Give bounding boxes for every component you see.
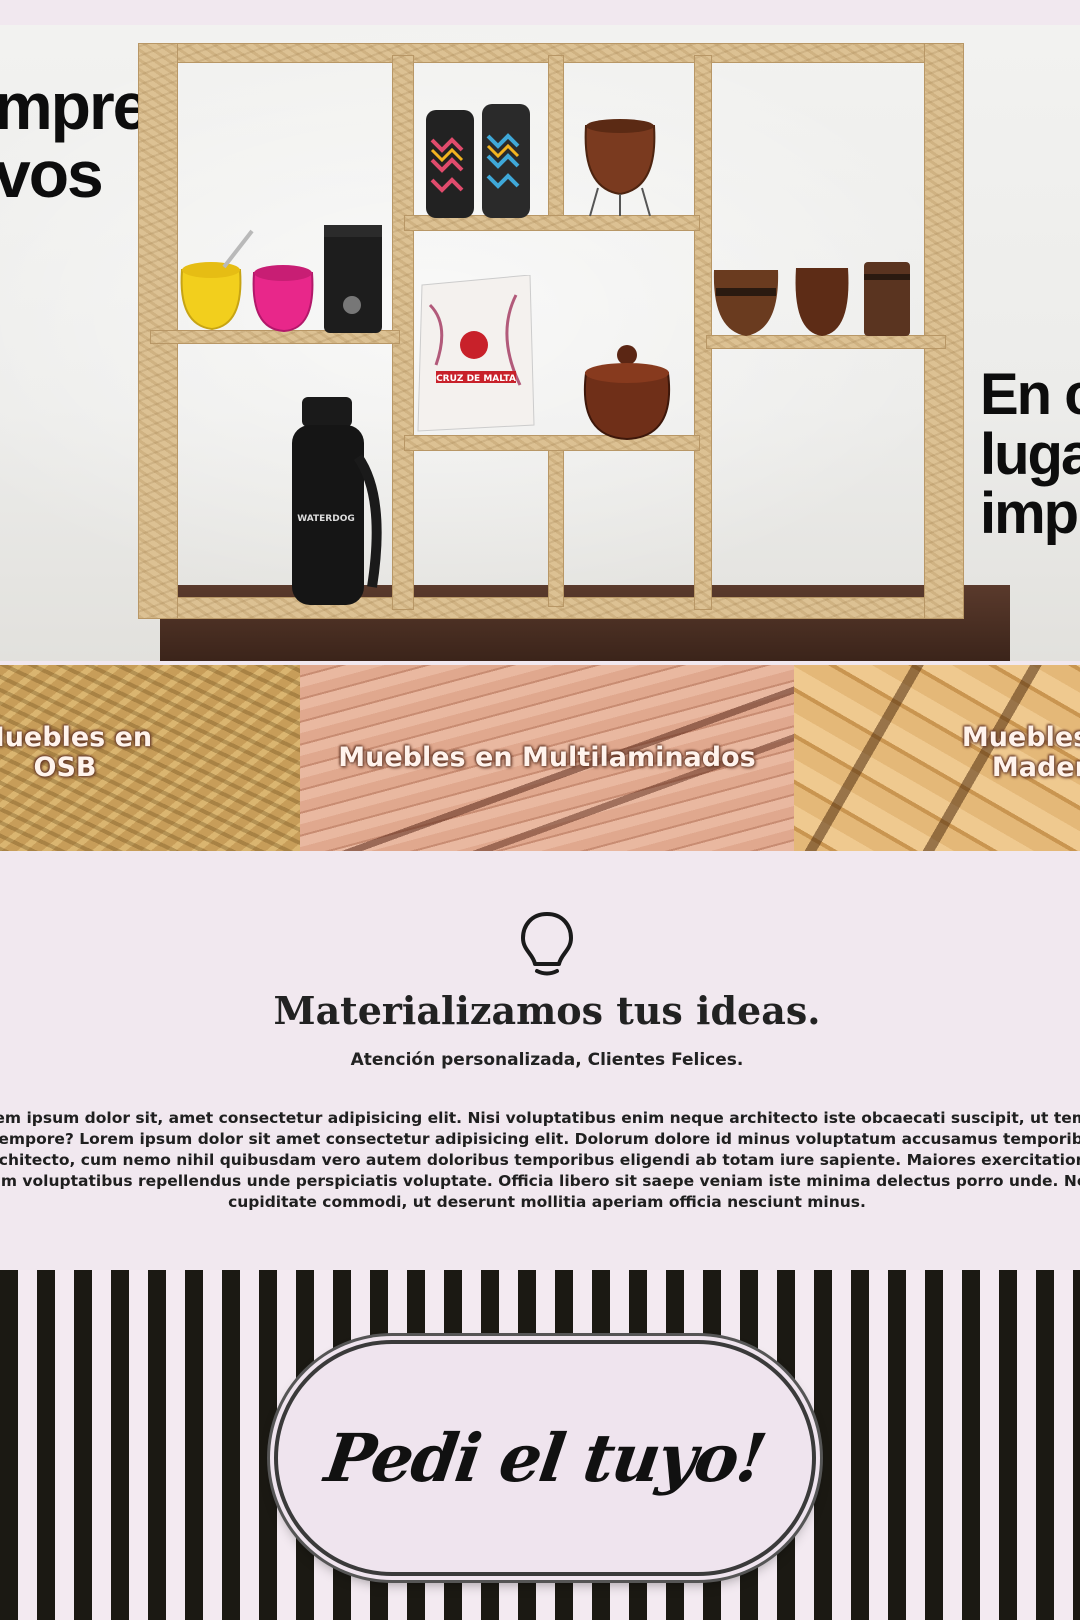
- mate-containers-icon: [426, 104, 530, 218]
- materials-strip: Muebles en OSB Muebles en Multilaminados…: [0, 665, 1080, 851]
- wooden-cups-icon: [713, 262, 910, 336]
- svg-text:WATERDOG: WATERDOG: [297, 514, 355, 524]
- hero-text-right-line2: luga: [980, 421, 1080, 487]
- material-card-madera[interactable]: Muebles en Madera: [794, 665, 1080, 851]
- hero-text-left-line2: vos: [0, 136, 104, 211]
- thermos-icon: WATERDOG: [292, 397, 382, 605]
- material-card-label: Muebles en OSB: [0, 722, 153, 784]
- material-card-multilaminados[interactable]: Muebles en Multilaminados: [300, 665, 794, 851]
- material-card-osb[interactable]: Muebles en OSB: [0, 665, 300, 851]
- yerba-package-icon: CRUZ DE MALTA: [417, 275, 535, 432]
- hero-text-left-line1: mpre: [0, 69, 149, 143]
- hero-banner: mpre vos CRUZ DE MALTA WATERDOG En luga …: [0, 25, 1080, 661]
- gourd-icon: [584, 119, 656, 217]
- order-button-label: Pedi el tuyo!: [320, 1419, 770, 1497]
- order-button[interactable]: Pedi el tuyo!: [274, 1340, 816, 1576]
- ideas-body-text: Lorem ipsum dolor sit, amet consectetur …: [0, 1109, 1080, 1211]
- hero-text-right-line1: En c: [980, 362, 1080, 427]
- ideas-title: Materializamos tus ideas.: [273, 988, 821, 1033]
- mate-cups-icon: [180, 225, 382, 333]
- material-card-label: Muebles en Madera: [961, 722, 1080, 784]
- hero-text-right: En c luga imp: [980, 365, 1080, 544]
- ideas-subtitle: Atención personalizada, Clientes Felices…: [350, 1050, 744, 1070]
- lightbulb-icon: [521, 912, 573, 976]
- hero-text-left: mpre vos: [0, 69, 149, 211]
- hero-text-right-line3: imp: [980, 481, 1079, 547]
- material-card-label: Muebles en Multilaminados: [338, 741, 756, 773]
- svg-text:CRUZ DE MALTA: CRUZ DE MALTA: [436, 374, 516, 384]
- sugar-bowl-icon: [583, 345, 671, 441]
